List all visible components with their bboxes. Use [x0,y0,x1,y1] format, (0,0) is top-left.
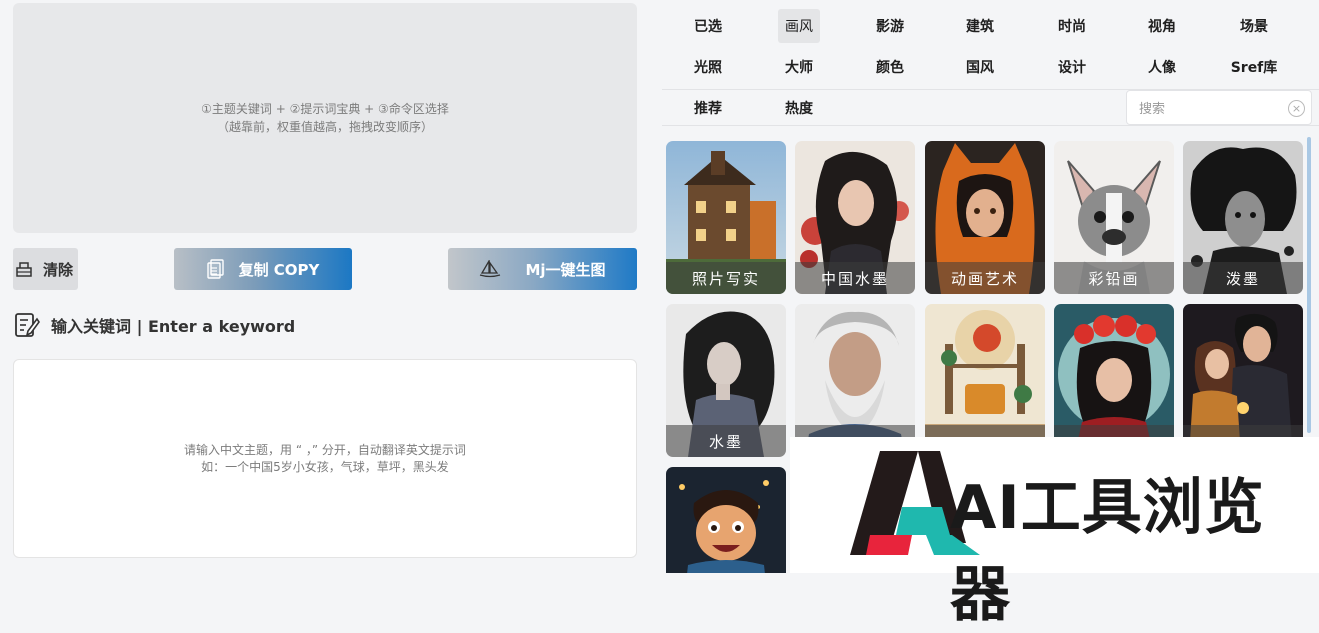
style-card-splash-ink[interactable]: 泼墨 [1183,141,1303,294]
tab-color[interactable]: 颜色 [860,51,920,83]
style-card-floral-girl[interactable] [1054,304,1174,457]
tab-style[interactable]: 画风 [778,9,820,43]
tab-design[interactable]: 设计 [1042,51,1102,83]
copy-label: 复制 COPY [238,260,320,279]
style-card-cartoon-boy[interactable] [666,467,786,573]
tab-sref-library[interactable]: Sref库 [1224,51,1284,83]
card-label: 水墨 [666,425,786,457]
style-card-chinese-ink[interactable]: 中国水墨 [795,141,915,294]
copy-button[interactable]: 复制 COPY [174,248,352,290]
tab-popular[interactable]: 热度 [769,92,829,124]
style-card-interior[interactable] [925,304,1045,457]
prompt-area[interactable]: ①主题关键词 + ②提示词宝典 + ③命令区选择 （越靠前，权重值越高，拖拽改变… [13,3,637,233]
keyword-input[interactable]: 请输入中文主题，用 “ ，” 分开，自动翻译英文提示词 如：一个中国5岁小女孩，… [13,359,637,558]
tab-selected[interactable]: 已选 [678,10,738,42]
mj-label: Mj一键生图 [525,260,606,279]
style-card-colored-pencil[interactable]: 彩铅画 [1054,141,1174,294]
card-label: 中国水墨 [795,262,915,294]
tab-recommended[interactable]: 推荐 [678,92,738,124]
clear-label: 清除 [43,260,74,279]
clear-button[interactable]: 清除 [13,248,78,290]
prompt-hint-line1: ①主题关键词 + ②提示词宝典 + ③命令区选择 [201,102,449,116]
style-card-couple[interactable] [1183,304,1303,457]
tab-architecture[interactable]: 建筑 [950,10,1010,42]
tab-fashion[interactable]: 时尚 [1042,10,1102,42]
prompt-hint-line2: （越靠前，权重值越高，拖拽改变顺序） [216,120,433,134]
watermark: AI工具浏览器 [790,437,1319,630]
keyword-placeholder-line1: 请输入中文主题，用 “ ，” 分开，自动翻译英文提示词 [184,442,466,457]
search-input[interactable]: 搜索 × [1126,90,1312,125]
sailboat-icon [480,260,501,278]
eraser-icon [16,262,32,277]
card-label: 泼墨 [1183,262,1303,294]
tab-lighting[interactable]: 光照 [678,51,738,83]
clear-search-icon[interactable]: × [1288,100,1305,117]
keyword-section-title: 输入关键词 | Enter a keyword [13,310,295,340]
tab-chinese-style[interactable]: 国风 [950,51,1010,83]
keyword-placeholder-line2: 如：一个中国5岁小女孩，气球，草坪，黑头发 [201,459,449,474]
search-placeholder: 搜索 [1139,102,1166,117]
tab-scene[interactable]: 场景 [1224,10,1284,42]
style-card-anime-art[interactable]: 动画艺术 [925,141,1045,294]
card-label: 照片写实 [666,262,786,294]
mj-generate-button[interactable]: Mj一键生图 [448,248,637,290]
style-card-ink[interactable]: 水墨 [666,304,786,457]
card-label: 彩铅画 [1054,262,1174,294]
card-thumbnail [666,467,786,573]
style-card-portrait-sketch[interactable] [795,304,915,457]
edit-note-icon [15,313,40,337]
tab-film-game[interactable]: 影游 [860,10,920,42]
tab-portrait[interactable]: 人像 [1132,51,1192,83]
divider [662,125,1319,126]
tab-view-angle[interactable]: 视角 [1132,10,1192,42]
style-card-photo-realistic[interactable]: 照片写实 [666,141,786,294]
card-label: 动画艺术 [925,262,1045,294]
scrollbar-thumb[interactable] [1307,137,1311,433]
keyword-title-text: 输入关键词 | Enter a keyword [51,317,296,336]
tab-masters[interactable]: 大师 [769,51,829,83]
document-icon [206,259,224,279]
watermark-text: AI工具浏览器 [950,473,1265,630]
